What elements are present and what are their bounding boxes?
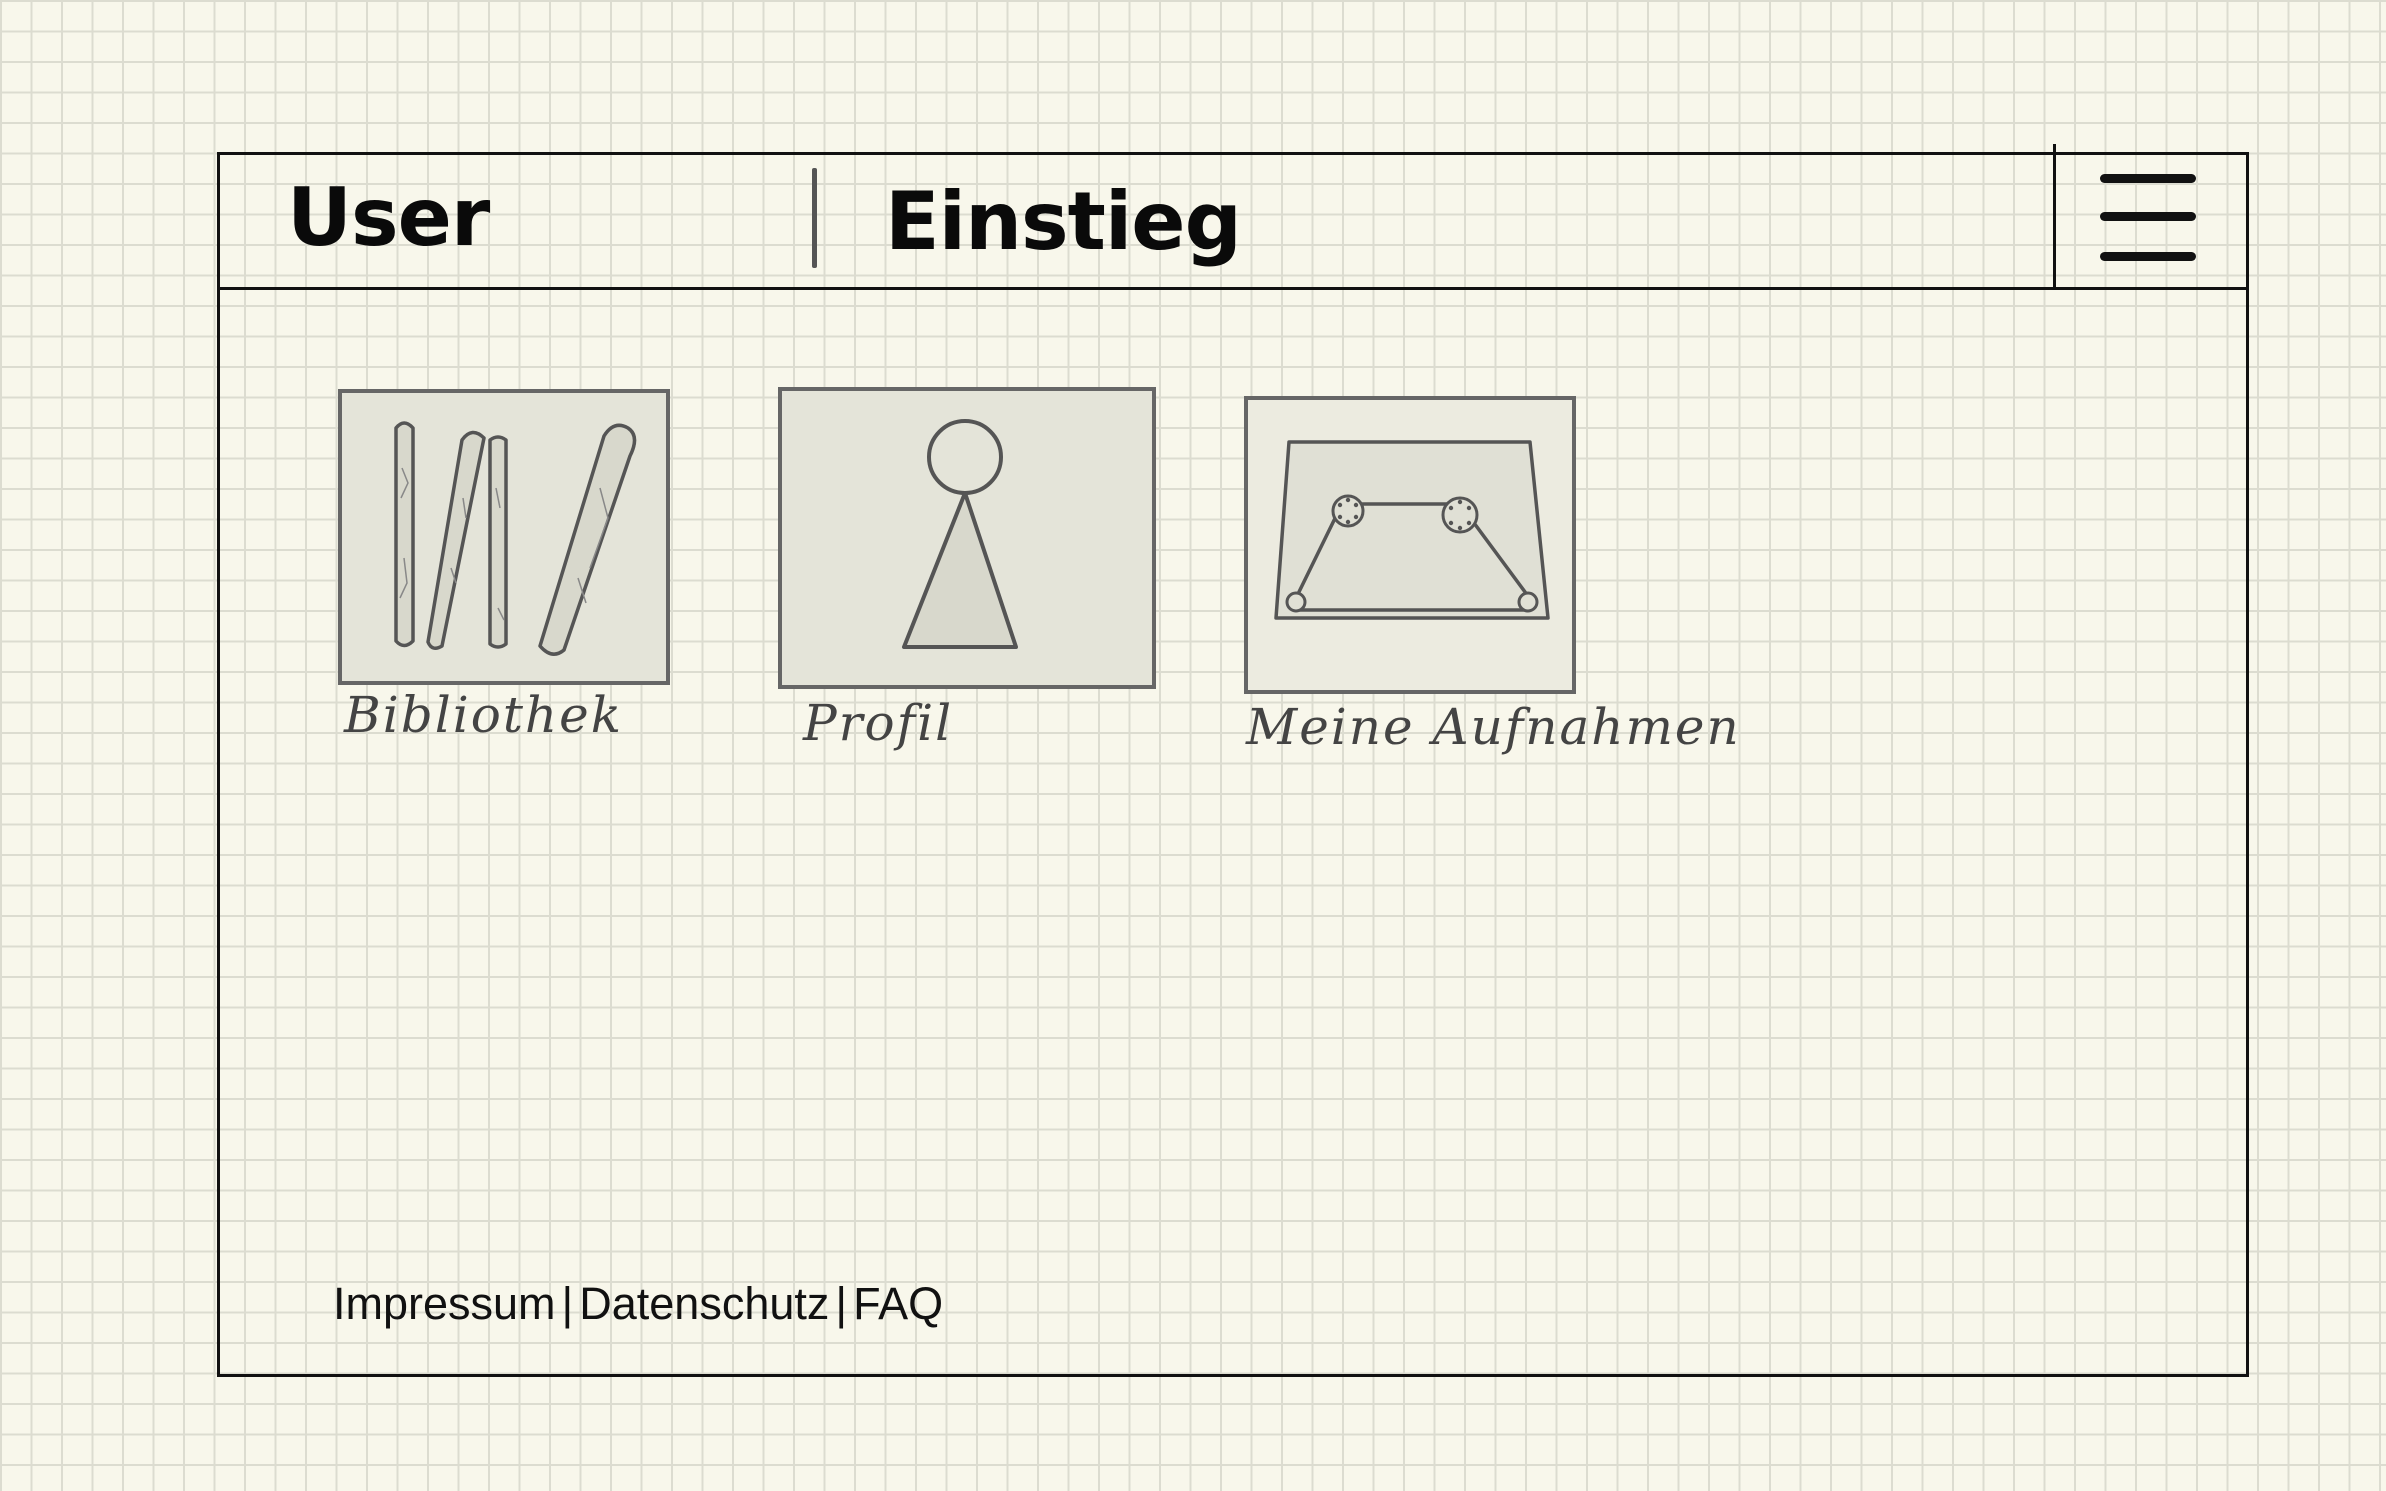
- menu-icon-bar: [2100, 174, 2196, 183]
- footer-separator: |: [835, 1278, 848, 1329]
- footer-link-datenschutz[interactable]: Datenschutz: [579, 1278, 829, 1329]
- menu-button[interactable]: [2053, 144, 2249, 289]
- cassette-tape-icon: [1244, 396, 1576, 694]
- page-title: Einstieg: [885, 175, 1242, 268]
- footer-separator: |: [561, 1278, 574, 1329]
- header-divider: [812, 168, 817, 268]
- tile-meine-aufnahmen[interactable]: [1244, 396, 1576, 696]
- person-icon: [778, 387, 1156, 689]
- tile-bibliothek[interactable]: [338, 388, 674, 688]
- tile-label-bibliothek[interactable]: Bibliothek: [344, 688, 623, 742]
- footer-links: Impressum | Datenschutz | FAQ: [333, 1278, 943, 1330]
- menu-icon-bar: [2100, 212, 2196, 221]
- header-bar: User Einstieg: [217, 144, 2249, 290]
- tile-label-profil[interactable]: Profil: [803, 696, 953, 750]
- books-icon: [338, 389, 670, 685]
- app-window-frame: [217, 152, 2249, 1377]
- menu-icon-bar: [2100, 252, 2196, 261]
- footer-link-faq[interactable]: FAQ: [853, 1278, 943, 1329]
- footer-link-impressum[interactable]: Impressum: [333, 1278, 556, 1329]
- user-label[interactable]: User: [287, 178, 490, 258]
- tile-label-meine-aufnahmen[interactable]: Meine Aufnahmen: [1246, 700, 1741, 754]
- tile-profil[interactable]: [778, 387, 1158, 691]
